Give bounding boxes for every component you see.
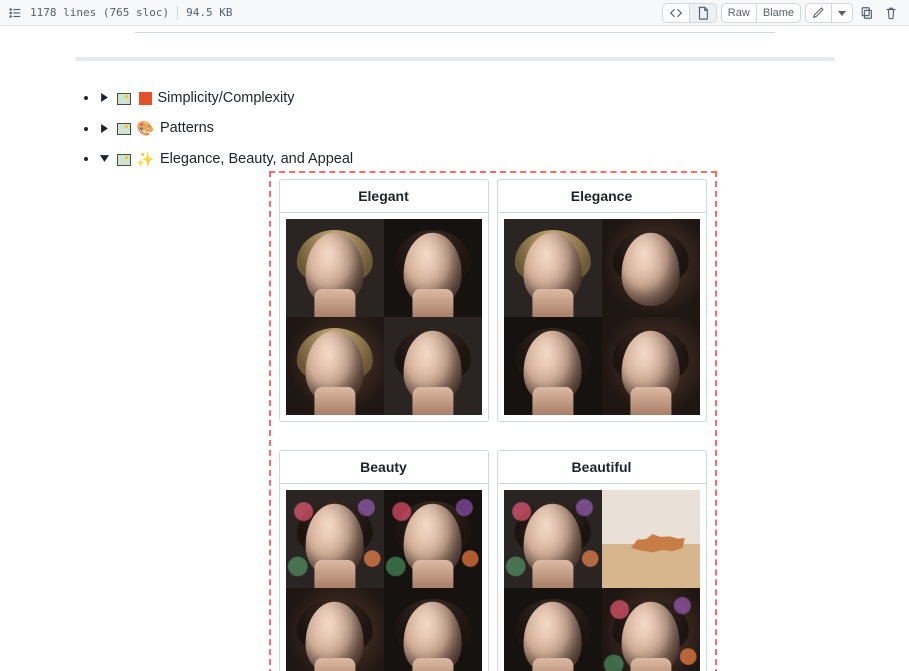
card-beautiful: Beautiful bbox=[497, 450, 707, 671]
rendered-view-button[interactable] bbox=[689, 4, 716, 22]
image-grid bbox=[286, 219, 482, 415]
table-row-2: Beauty Beautiful bbox=[279, 450, 707, 671]
thumbnail[interactable] bbox=[504, 317, 602, 415]
section-tree: Simplicity/Complexity 🎨 Patterns bbox=[75, 89, 835, 671]
thumbnail[interactable] bbox=[602, 317, 700, 415]
thumbnail[interactable] bbox=[602, 588, 700, 671]
view-toggle-group bbox=[662, 3, 717, 23]
tree-item-patterns[interactable]: 🎨 Patterns bbox=[99, 120, 835, 136]
thumbnail[interactable] bbox=[602, 219, 700, 317]
card-elegant: Elegant bbox=[279, 179, 489, 422]
raw-button[interactable]: Raw bbox=[722, 4, 756, 22]
thumbnail[interactable] bbox=[504, 219, 602, 317]
outline-icon[interactable] bbox=[8, 6, 22, 20]
caret-right-icon bbox=[99, 93, 111, 102]
thumbnail[interactable] bbox=[286, 588, 384, 671]
raw-blame-group: Raw Blame bbox=[721, 3, 801, 23]
card-title: Beauty bbox=[280, 451, 488, 484]
thumbnail[interactable] bbox=[504, 588, 602, 671]
image-grid bbox=[286, 490, 482, 671]
thumbnail[interactable] bbox=[286, 490, 384, 588]
rendered-content: Simplicity/Complexity 🎨 Patterns bbox=[0, 26, 909, 671]
picture-icon bbox=[117, 90, 131, 104]
divider bbox=[177, 6, 178, 20]
swatch-icon bbox=[137, 90, 152, 105]
edit-group bbox=[805, 3, 853, 23]
caret-right-icon bbox=[99, 124, 111, 133]
image-grid bbox=[504, 219, 700, 415]
file-size: 94.5 KB bbox=[186, 6, 232, 19]
card-title: Beautiful bbox=[498, 451, 706, 484]
thumbnail[interactable] bbox=[384, 490, 482, 588]
card-elegance: Elegance bbox=[497, 179, 707, 422]
tree-item-label: Simplicity/Complexity bbox=[158, 90, 295, 106]
thumbnail[interactable] bbox=[384, 317, 482, 415]
tree-item-label: Patterns bbox=[160, 120, 214, 136]
tree-item-simplicity[interactable]: Simplicity/Complexity bbox=[99, 90, 835, 106]
blame-button[interactable]: Blame bbox=[756, 4, 800, 22]
copy-icon[interactable] bbox=[857, 3, 877, 23]
file-toolbar: 1178 lines (765 sloc) 94.5 KB Raw Blame bbox=[0, 0, 909, 26]
thumbnail[interactable] bbox=[286, 219, 384, 317]
sparkle-icon: ✨ bbox=[137, 152, 154, 166]
horizontal-rule bbox=[75, 57, 835, 61]
card-title: Elegance bbox=[498, 180, 706, 213]
delete-icon[interactable] bbox=[881, 3, 901, 23]
thumbnail[interactable] bbox=[286, 317, 384, 415]
thumbnail[interactable] bbox=[504, 490, 602, 588]
card-title: Elegant bbox=[280, 180, 488, 213]
source-view-button[interactable] bbox=[663, 4, 689, 22]
image-grid bbox=[504, 490, 700, 671]
picture-icon bbox=[117, 151, 131, 165]
tree-item-elegance[interactable]: ✨ Elegance, Beauty, and Appeal bbox=[99, 151, 835, 167]
card-beauty: Beauty bbox=[279, 450, 489, 671]
table-row-1: Elegant Elegance bbox=[279, 179, 707, 422]
caret-down-icon bbox=[99, 154, 111, 163]
palette-icon: 🎨 bbox=[137, 121, 154, 135]
tree-item-label: Elegance, Beauty, and Appeal bbox=[160, 151, 353, 167]
lines-count: 1178 lines (765 sloc) bbox=[30, 6, 169, 19]
edit-dropdown-button[interactable] bbox=[831, 4, 852, 22]
thin-separator bbox=[135, 32, 775, 33]
thumbnail[interactable] bbox=[384, 588, 482, 671]
highlighted-region: Elegant Elegance bbox=[269, 171, 717, 671]
thumbnail[interactable] bbox=[384, 219, 482, 317]
picture-icon bbox=[117, 121, 131, 135]
edit-button[interactable] bbox=[806, 4, 831, 22]
thumbnail[interactable] bbox=[602, 490, 700, 588]
